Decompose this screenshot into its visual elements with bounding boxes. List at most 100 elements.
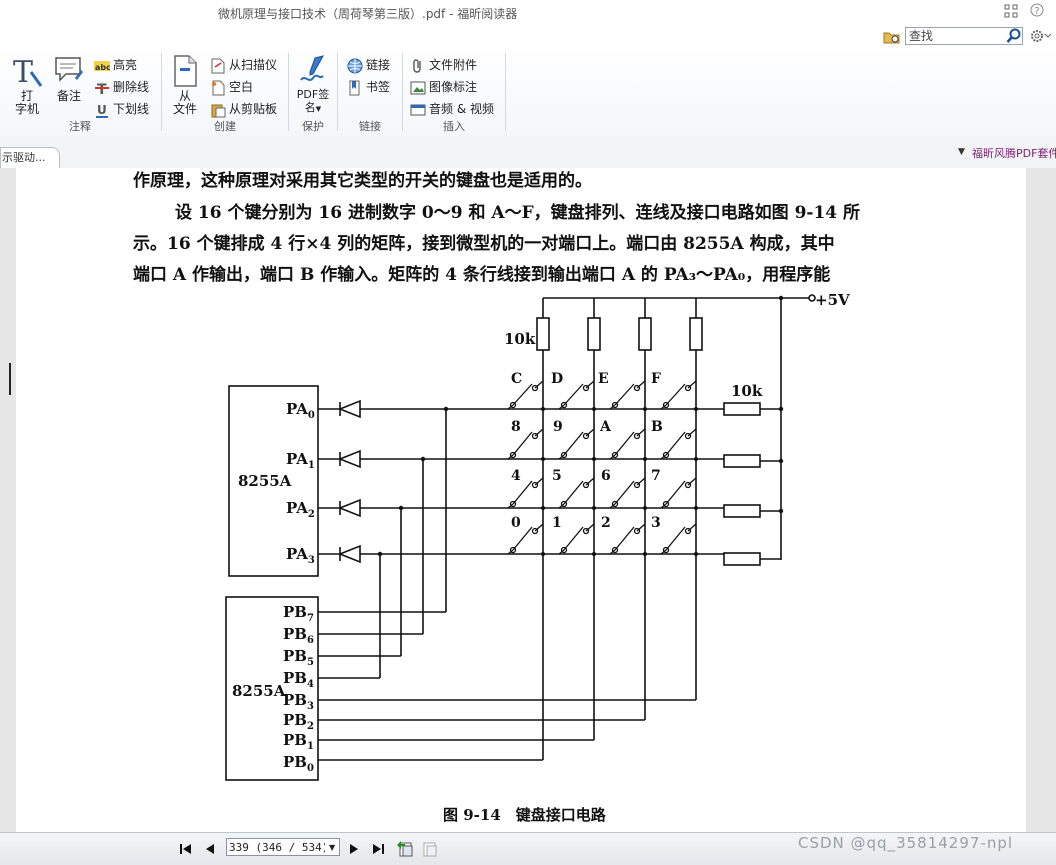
- file-icon: [174, 55, 197, 87]
- first-page-icon: [180, 844, 191, 854]
- ribbon-toolbar: T 打 字机 备注 abc高亮 T删除线 U下划线 注释: [0, 47, 1056, 139]
- document-viewport[interactable]: 作原理，这种原理对采用其它类型的开关的键盘也是适用的。 设 16 个键分别为 1…: [0, 168, 1056, 832]
- highlight-icon: abc: [94, 58, 110, 74]
- page-number-input[interactable]: [226, 838, 340, 856]
- audio-video-button[interactable]: 音频 & 视频: [410, 100, 494, 118]
- ribbon-group-insert: 文件附件 图像标注 音频 & 视频 插入: [404, 50, 504, 136]
- key-label: 0: [511, 515, 521, 531]
- key-label: D: [551, 371, 563, 387]
- link-button[interactable]: 链接: [347, 56, 390, 74]
- restore-window-icon[interactable]: [1003, 3, 1019, 19]
- next-view-icon: [423, 842, 437, 857]
- key-label: 1: [552, 515, 562, 531]
- ribbon-group-label: 插入: [443, 120, 465, 133]
- key-label: C: [511, 371, 522, 387]
- ribbon-group-comment: T 打 字机 备注 abc高亮 T删除线 U下划线 注释: [0, 50, 160, 136]
- window-title: 微机原理与接口技术（周荷琴第三版）.pdf - 福昕阅读器: [218, 7, 518, 21]
- next-page-button[interactable]: [346, 841, 362, 857]
- watermark-text: CSDN @qq_35814297-npl: [798, 834, 1014, 852]
- audio-video-icon: [410, 102, 426, 118]
- pdf-sign-button[interactable]: PDF签 名▼: [292, 54, 334, 116]
- help-icon[interactable]: ?: [1030, 3, 1044, 17]
- pullup-resistor-label: 10k: [504, 330, 536, 348]
- next-view-button[interactable]: [420, 839, 440, 859]
- junction-dots: [377, 295, 784, 557]
- ad-banner-text[interactable]: 福昕风腾PDF套件: [972, 145, 1056, 161]
- underline-button[interactable]: U 下划线: [94, 100, 149, 118]
- last-page-button[interactable]: [370, 841, 386, 857]
- row-resistors: [723, 402, 781, 566]
- pa-pin-label: PA0: [286, 400, 315, 421]
- bookmark-button[interactable]: 书签: [347, 78, 390, 96]
- typewriter-button[interactable]: T 打 字机: [8, 54, 46, 116]
- clipboard-icon: [210, 102, 226, 118]
- first-page-button[interactable]: [178, 841, 194, 857]
- search-icon[interactable]: [1006, 28, 1022, 44]
- previous-page-icon: [206, 844, 214, 854]
- blank-page-icon: [210, 80, 226, 96]
- pdf-page: 作原理，这种原理对采用其它类型的开关的键盘也是适用的。 设 16 个键分别为 1…: [16, 168, 1026, 832]
- column-pullups: [536, 298, 703, 760]
- key-label: 7: [651, 468, 661, 484]
- ribbon-group-label: 链接: [359, 120, 381, 133]
- key-label: E: [598, 371, 609, 387]
- blank-page-label: 空白: [229, 80, 254, 94]
- pb-pin-label: PB0: [283, 753, 314, 774]
- page-dropdown-arrow-icon[interactable]: ▼: [329, 843, 335, 852]
- key-label: 3: [651, 515, 661, 531]
- ribbon-divider: [288, 53, 289, 131]
- ribbon-divider: [402, 53, 403, 131]
- underline-icon: U: [94, 102, 110, 118]
- previous-page-button[interactable]: [202, 841, 218, 857]
- svg-text:U: U: [97, 103, 107, 117]
- ribbon-divider: [337, 53, 338, 131]
- ribbon-group-label: 保护: [302, 120, 324, 133]
- ribbon-group-link: 链接 书签 链接: [339, 50, 401, 136]
- strikeout-icon: T: [94, 80, 110, 96]
- settings-gear-icon[interactable]: [1030, 28, 1052, 44]
- key-label: 8: [511, 419, 521, 435]
- note-label: 备注: [56, 89, 81, 103]
- from-clipboard-button[interactable]: 从剪贴板: [210, 100, 277, 118]
- vcc-label: +5V: [815, 291, 850, 309]
- key-label: A: [599, 419, 612, 435]
- diodes: [337, 399, 361, 564]
- row-lines: [318, 408, 724, 555]
- ribbon-group-label: 创建: [214, 120, 236, 133]
- title-bar: 微机原理与接口技术（周荷琴第三版）.pdf - 福昕阅读器 ?: [0, 0, 1056, 27]
- highlight-label: 高亮: [113, 58, 138, 72]
- last-page-icon: [373, 844, 384, 854]
- key-label: 5: [552, 468, 562, 484]
- file-attachment-button[interactable]: 文件附件: [410, 56, 477, 74]
- file-attachment-label: 文件附件: [429, 58, 478, 72]
- tab-list-dropdown-icon[interactable]: ▼: [958, 147, 965, 157]
- chip-label-top: 8255A: [238, 472, 292, 490]
- key-label: 9: [553, 419, 563, 435]
- row-resistor-label: 10k: [731, 382, 763, 400]
- previous-view-button[interactable]: [396, 839, 416, 859]
- highlight-button[interactable]: abc 高亮: [94, 56, 137, 74]
- note-button[interactable]: 备注: [52, 54, 86, 103]
- from-file-button[interactable]: 从 文件: [167, 54, 203, 116]
- pa-pin-label: PA3: [286, 545, 315, 566]
- key-label: 4: [511, 468, 521, 484]
- pa-pin-label: PA1: [286, 450, 315, 471]
- pa-pin-label: PA2: [286, 499, 315, 520]
- next-page-icon: [350, 844, 358, 854]
- pdf-sign-label: PDF签 名: [296, 88, 330, 114]
- from-scanner-label: 从扫描仪: [229, 58, 278, 72]
- text-cursor-marker: [9, 363, 11, 395]
- from-scanner-button[interactable]: 从扫描仪: [210, 56, 277, 74]
- typewriter-label: 打 字机: [14, 89, 39, 116]
- pb-pin-label: PB2: [283, 711, 314, 732]
- document-tab[interactable]: 示驱动...: [0, 147, 60, 168]
- folder-search-icon[interactable]: [883, 29, 901, 45]
- audio-video-label: 音频 & 视频: [429, 102, 494, 116]
- strikeout-button[interactable]: T删除线: [94, 78, 149, 96]
- ribbon-group-label: 注释: [69, 120, 91, 133]
- attachment-icon: [410, 58, 426, 74]
- blank-page-button[interactable]: 空白: [210, 78, 253, 96]
- pb-pin-label: PB4: [283, 669, 314, 690]
- chip-label-bottom: 8255A: [232, 682, 286, 700]
- image-annotation-button[interactable]: 图像标注: [410, 78, 477, 96]
